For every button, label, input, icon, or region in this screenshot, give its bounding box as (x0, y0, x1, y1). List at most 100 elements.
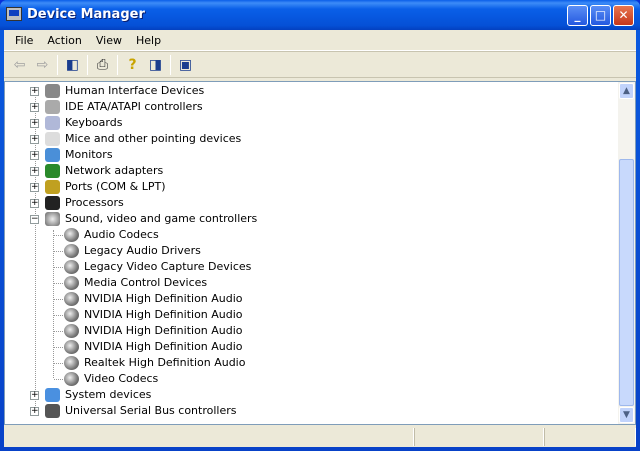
menu-action[interactable]: Action (40, 34, 88, 47)
node-label: Human Interface Devices (65, 84, 205, 97)
tree-line (54, 347, 63, 348)
tree-node[interactable]: + Mice and other pointing devices (5, 131, 617, 147)
collapse-toggle[interactable]: − (30, 215, 39, 224)
menu-view[interactable]: View (89, 34, 129, 47)
node-label: Sound, video and game controllers (65, 212, 258, 225)
scan-hardware-icon[interactable]: ▣ (174, 54, 197, 76)
tree-node[interactable]: + Monitors (5, 147, 617, 163)
node-label: Network adapters (65, 164, 164, 177)
print-icon[interactable]: ⎙ (91, 54, 114, 76)
tree-line (54, 251, 63, 252)
speaker-icon (64, 228, 79, 242)
computer-icon (6, 7, 22, 21)
back-icon[interactable]: ⇦ (8, 54, 31, 76)
node-label: Legacy Audio Drivers (84, 244, 201, 257)
expand-toggle[interactable]: + (30, 103, 39, 112)
tree-leaf[interactable]: Audio Codecs (5, 227, 617, 243)
tree-node[interactable]: + Processors (5, 195, 617, 211)
device-tree: + Human Interface Devices + IDE ATA/ATAPI c… (4, 81, 636, 425)
tree-leaf[interactable]: Legacy Video Capture Devices (5, 259, 617, 275)
device-category-icon (45, 148, 60, 162)
device-category-icon (45, 132, 60, 146)
menu-help[interactable]: Help (129, 34, 168, 47)
tree-node[interactable]: + System devices (5, 387, 617, 403)
tree-leaf[interactable]: Legacy Audio Drivers (5, 243, 617, 259)
expand-toggle[interactable]: + (30, 391, 39, 400)
minimize-button[interactable]: _ (567, 5, 588, 26)
node-label: Realtek High Definition Audio (84, 356, 246, 369)
speaker-icon (64, 340, 79, 354)
show-hide-action-pane-icon[interactable]: ◨ (144, 54, 167, 76)
maximize-button[interactable]: □ (590, 5, 611, 26)
speaker-icon (64, 324, 79, 338)
tree-node[interactable]: + Universal Serial Bus controllers (5, 403, 617, 419)
toolbar-separator (170, 54, 171, 75)
title-bar[interactable]: Device Manager _ □ ✕ (0, 0, 640, 30)
close-button[interactable]: ✕ (613, 5, 634, 26)
expand-toggle[interactable]: + (30, 119, 39, 128)
node-label: Ports (COM & LPT) (65, 180, 166, 193)
expand-toggle[interactable]: + (30, 183, 39, 192)
tree-leaf[interactable]: Video Codecs (5, 371, 617, 387)
tree-leaf[interactable]: Realtek High Definition Audio (5, 355, 617, 371)
tree-node[interactable]: + IDE ATA/ATAPI controllers (5, 99, 617, 115)
tree-leaf[interactable]: Media Control Devices (5, 275, 617, 291)
node-label: Universal Serial Bus controllers (65, 404, 237, 417)
tree-leaf[interactable]: NVIDIA High Definition Audio (5, 339, 617, 355)
tree-leaf[interactable]: NVIDIA High Definition Audio (5, 307, 617, 323)
expand-toggle[interactable]: + (30, 167, 39, 176)
tree-line (54, 235, 63, 236)
tree-line (54, 331, 63, 332)
status-pane (544, 428, 636, 446)
node-label: Legacy Video Capture Devices (84, 260, 252, 273)
expand-toggle[interactable]: + (30, 199, 39, 208)
node-label: NVIDIA High Definition Audio (84, 292, 243, 305)
device-category-icon (45, 196, 60, 210)
scroll-down-button[interactable]: ▼ (619, 407, 634, 423)
scroll-thumb[interactable] (619, 159, 634, 406)
forward-icon[interactable]: ⇨ (31, 54, 54, 76)
device-category-icon (45, 180, 60, 194)
tree-node[interactable]: + Human Interface Devices (5, 83, 617, 99)
node-label: IDE ATA/ATAPI controllers (65, 100, 203, 113)
show-hide-console-tree-icon[interactable]: ◧ (61, 54, 84, 76)
device-category-icon (45, 100, 60, 114)
tree-line (54, 363, 63, 364)
tree-node[interactable]: + Network adapters (5, 163, 617, 179)
node-label: Media Control Devices (84, 276, 208, 289)
vertical-scrollbar[interactable]: ▲ ▼ (618, 82, 635, 424)
tree-line (54, 299, 63, 300)
menu-file[interactable]: File (8, 34, 40, 47)
tree-line (54, 315, 63, 316)
tree-node[interactable]: + Keyboards (5, 115, 617, 131)
expand-toggle[interactable]: + (30, 87, 39, 96)
device-category-icon (45, 164, 60, 178)
speaker-icon (64, 244, 79, 258)
status-pane (4, 428, 414, 446)
toolbar-separator (117, 54, 118, 75)
tree-node[interactable]: + Ports (COM & LPT) (5, 179, 617, 195)
tree-node[interactable]: − Sound, video and game controllers (5, 211, 617, 227)
device-category-icon (45, 404, 60, 418)
expand-toggle[interactable]: + (30, 407, 39, 416)
tree-leaf[interactable]: NVIDIA High Definition Audio (5, 323, 617, 339)
toolbar-separator (57, 54, 58, 75)
menu-bar: File Action View Help (4, 30, 636, 51)
tree-leaf[interactable]: NVIDIA High Definition Audio (5, 291, 617, 307)
node-label: Mice and other pointing devices (65, 132, 242, 145)
speaker-icon (64, 292, 79, 306)
node-label: Processors (65, 196, 124, 209)
node-label: NVIDIA High Definition Audio (84, 308, 243, 321)
expand-toggle[interactable]: + (30, 135, 39, 144)
speaker-icon (64, 372, 79, 386)
status-bar (4, 427, 636, 447)
speaker-icon (64, 276, 79, 290)
device-manager-window: Device Manager _ □ ✕ File Action View He… (0, 0, 640, 451)
expand-toggle[interactable]: + (30, 151, 39, 160)
node-label: Video Codecs (84, 372, 159, 385)
node-label: NVIDIA High Definition Audio (84, 324, 243, 337)
help-icon[interactable]: ? (121, 54, 144, 76)
scroll-up-button[interactable]: ▲ (619, 83, 634, 99)
node-label: NVIDIA High Definition Audio (84, 340, 243, 353)
speaker-icon (64, 260, 79, 274)
